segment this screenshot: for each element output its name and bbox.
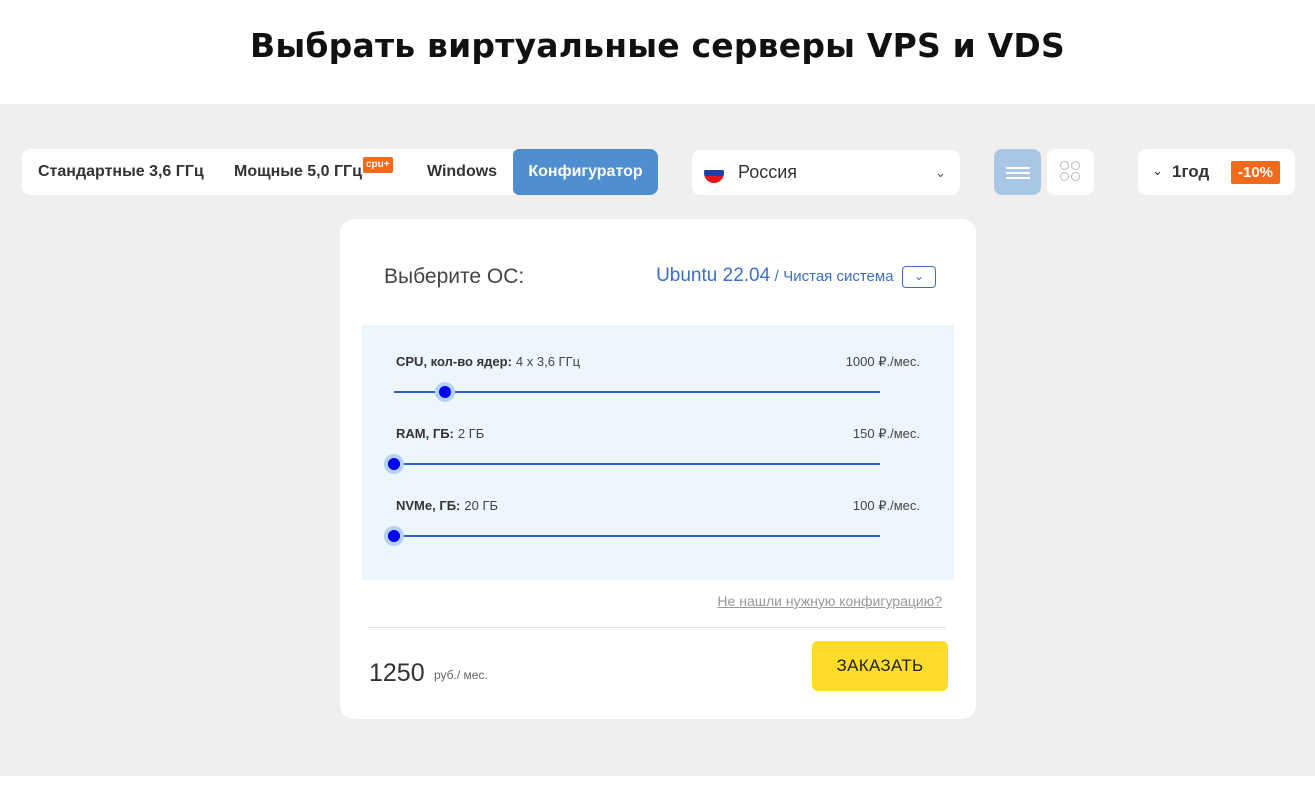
flag-stripe-blue	[704, 169, 724, 177]
os-select[interactable]: Ubuntu 22.04 / Чистая система ⌄	[656, 265, 936, 288]
os-variant: Чистая система	[783, 268, 894, 285]
cpu-row-label: CPU, кол-во ядер: 4 x 3,6 ГГц	[396, 354, 580, 369]
tab-powerful[interactable]: Мощные 5,0 ГГц	[234, 149, 362, 195]
tab-standard[interactable]: Стандартные 3,6 ГГц	[38, 149, 204, 195]
ram-row-label: RAM, ГБ: 2 ГБ	[396, 426, 484, 441]
country-select[interactable]: Россия ⌄	[692, 150, 960, 195]
flag-stripe-white	[704, 163, 724, 170]
os-label: Выберите ОС:	[384, 265, 525, 288]
list-icon	[1006, 167, 1030, 182]
chevron-down-icon: ⌄	[1152, 163, 1163, 178]
ram-slider[interactable]	[388, 458, 880, 470]
total-unit: руб./ мес.	[434, 668, 488, 682]
config-panel: CPU, кол-во ядер: 4 x 3,6 ГГц 1000 ₽./мес…	[362, 325, 954, 580]
configurator-card: Выберите ОС: Ubuntu 22.04 / Чистая систе…	[340, 219, 976, 719]
cpu-label: CPU, кол-во ядер:	[396, 354, 512, 369]
grid-view-button[interactable]	[1047, 149, 1094, 195]
cpu-price: 1000 ₽./мес.	[845, 354, 920, 369]
tab-powerful-label: Мощные 5,0 ГГц	[234, 163, 362, 180]
tab-windows-label: Windows	[427, 163, 498, 180]
nvme-slider[interactable]	[388, 530, 880, 542]
nvme-label: NVMe, ГБ:	[396, 498, 461, 513]
ram-slider-thumb[interactable]	[388, 458, 400, 470]
flag-stripe-red	[704, 176, 724, 183]
ram-label: RAM, ГБ:	[396, 426, 454, 441]
russia-flag-icon	[704, 163, 724, 183]
cpu-slider[interactable]	[394, 386, 880, 398]
nvme-price: 100 ₽./мес.	[852, 498, 920, 513]
nvme-row-label: NVMe, ГБ: 20 ГБ	[396, 498, 498, 513]
nvme-value: 20 ГБ	[464, 498, 499, 513]
server-type-tabs: Стандартные 3,6 ГГц Мощные 5,0 ГГц cpu+ …	[22, 149, 658, 195]
order-button[interactable]: ЗАКАЗАТЬ	[812, 641, 948, 691]
os-name: Ubuntu 22.04	[656, 265, 771, 286]
config-help-link[interactable]: Не нашли нужную конфигурацию?	[717, 593, 942, 609]
nvme-slider-thumb[interactable]	[388, 530, 400, 542]
ram-price: 150 ₽./мес.	[852, 426, 920, 441]
period-select[interactable]: ⌄ 1год -10%	[1138, 149, 1295, 195]
divider	[368, 627, 946, 628]
country-label: Россия	[738, 162, 798, 182]
discount-badge: -10%	[1231, 161, 1281, 184]
total-price: 1250	[369, 659, 425, 687]
page-title: Выбрать виртуальные серверы VPS и VDS	[250, 26, 1065, 65]
tab-configurator-label: Конфигуратор	[528, 163, 643, 180]
tab-configurator[interactable]: Конфигуратор	[513, 149, 658, 195]
tab-standard-label: Стандартные 3,6 ГГц	[38, 163, 204, 180]
tab-windows[interactable]: Windows	[427, 149, 497, 195]
list-view-button[interactable]	[994, 149, 1041, 195]
ram-value: 2 ГБ	[457, 426, 485, 441]
chevron-down-icon: ⌄	[935, 165, 946, 180]
chevron-down-icon[interactable]: ⌄	[902, 265, 936, 288]
period-label: 1год	[1172, 162, 1210, 181]
cpu-slider-thumb[interactable]	[439, 386, 452, 398]
grid-icon	[1060, 161, 1082, 183]
cpu-value: 4 x 3,6 ГГц	[515, 354, 581, 369]
cpu-plus-badge: cpu+	[363, 157, 393, 173]
os-separator: /	[774, 268, 779, 285]
